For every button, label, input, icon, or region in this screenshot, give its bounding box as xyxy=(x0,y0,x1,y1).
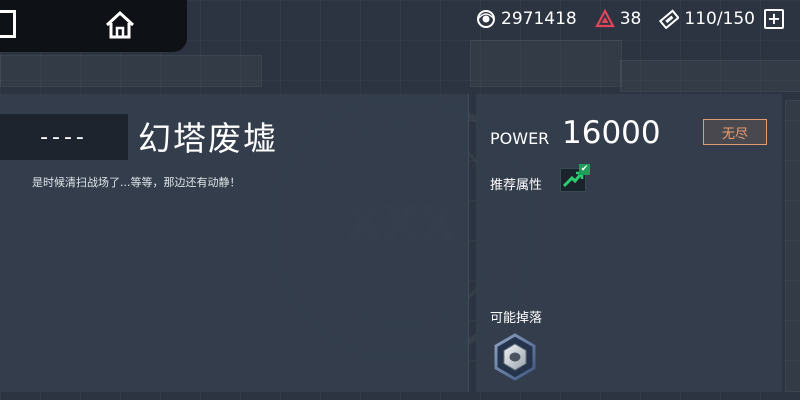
background-panel xyxy=(785,100,800,392)
add-stamina-button[interactable]: + xyxy=(764,9,784,29)
power-value: 16000 xyxy=(562,115,661,151)
background-panel xyxy=(0,55,262,87)
background-panel xyxy=(620,60,800,92)
hex-nut-icon[interactable] xyxy=(491,333,539,381)
stage-detail-panel: POWER 16000 无尽 推荐属性 ✔ 可能掉落 xyxy=(476,94,782,392)
stage-title: 幻塔废墟 xyxy=(138,119,278,158)
top-nav-bar xyxy=(0,0,187,52)
resource-bar: 2971418 38 110/150 + xyxy=(476,8,784,30)
back-button[interactable] xyxy=(0,10,16,38)
home-icon[interactable] xyxy=(104,10,136,40)
endless-mode-badge[interactable]: 无尽 xyxy=(703,119,767,145)
coin-count: 2971418 xyxy=(501,9,577,29)
check-icon: ✔ xyxy=(579,164,590,175)
coin-icon xyxy=(477,10,496,28)
stamina-count: 110/150 xyxy=(684,9,755,29)
possible-drops-label: 可能掉落 xyxy=(490,311,543,326)
stage-panel: ---- 幻塔废墟 是时候清扫战场了...等等，那边还有动静！ xyxy=(0,94,469,392)
recommended-attribute-label: 推荐属性 xyxy=(490,178,543,193)
gem-count: 38 xyxy=(619,9,642,29)
stage-description: 是时候清扫战场了...等等，那边还有动静！ xyxy=(32,176,241,189)
recommended-attribute-icon[interactable]: ✔ xyxy=(560,164,590,192)
background-panel xyxy=(470,40,622,87)
gem-icon xyxy=(594,9,615,28)
power-label: POWER xyxy=(490,129,550,148)
stamina-ticket-icon xyxy=(659,9,680,29)
stage-level: ---- xyxy=(0,114,128,160)
